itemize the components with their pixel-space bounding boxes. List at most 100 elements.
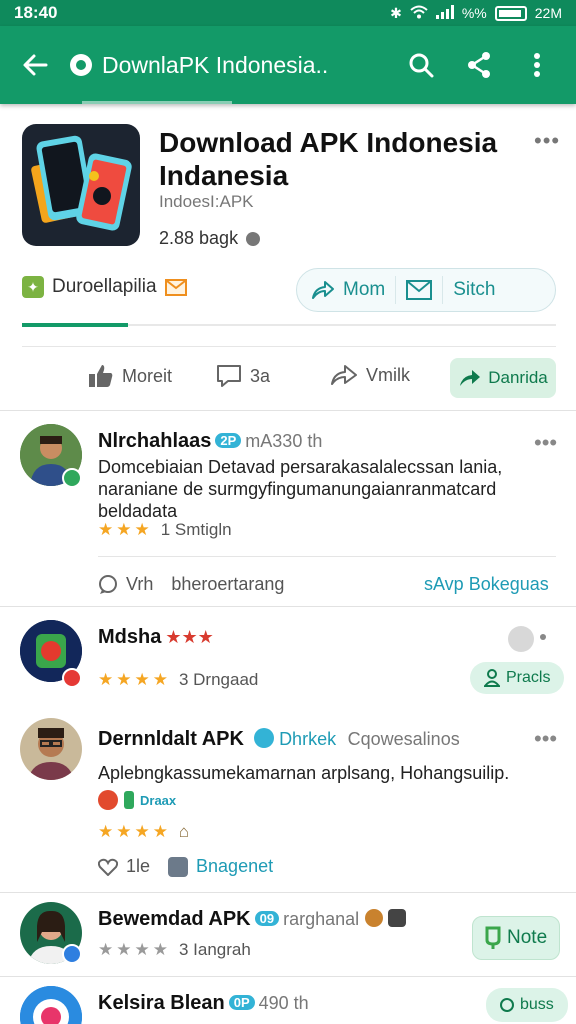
review-more-button[interactable]: ••• bbox=[534, 726, 557, 752]
review-link[interactable]: sAvp Bokeguas bbox=[424, 574, 549, 595]
reviewer-name-text: Kelsira Blean bbox=[98, 992, 225, 1014]
note-button[interactable]: Note bbox=[472, 916, 561, 960]
app-icon[interactable] bbox=[22, 124, 140, 246]
share-action-button[interactable]: Vmilk bbox=[330, 364, 410, 386]
verified-icon bbox=[253, 728, 274, 748]
rating-count: 1 Smtigln bbox=[160, 520, 232, 539]
sub-tag-row: Draax bbox=[98, 790, 176, 810]
star-rating: ★★★ 1 Smtigln bbox=[98, 520, 232, 540]
reviewer-name-text: Dernnldalt APK bbox=[98, 728, 244, 750]
pin-icon bbox=[485, 926, 501, 949]
battery-icon bbox=[494, 5, 527, 21]
mail-segment[interactable] bbox=[406, 280, 433, 300]
status-icons: ✱ %% 22M bbox=[390, 4, 562, 22]
coin-icon bbox=[364, 909, 383, 927]
like-button[interactable]: Moreit bbox=[88, 364, 172, 388]
wifi-icon bbox=[410, 5, 428, 22]
reviewer-tag: 2P bbox=[215, 433, 242, 448]
house-icon: ⌂ bbox=[178, 822, 189, 841]
rating-count: 3 Iangrah bbox=[178, 940, 251, 959]
avatar[interactable] bbox=[20, 718, 82, 780]
review-link[interactable]: Bnagenet bbox=[196, 856, 273, 877]
tab-active-indicator bbox=[22, 323, 128, 327]
verified-badge-icon bbox=[62, 944, 82, 964]
search-button[interactable] bbox=[404, 48, 438, 82]
play-store-icon bbox=[70, 54, 92, 76]
header-more-button[interactable]: ••• bbox=[534, 128, 560, 154]
info-icon[interactable] bbox=[246, 231, 261, 246]
reviewer-name: Dernnldalt APK Dhrkek Cqowesalinos bbox=[98, 728, 460, 751]
share-button[interactable] bbox=[462, 48, 496, 82]
game-icon bbox=[98, 790, 118, 810]
app-bar-actions bbox=[404, 48, 576, 82]
app-bar: DownlaPK Indonesia.. bbox=[0, 26, 576, 104]
download-button[interactable]: Danrida bbox=[450, 358, 556, 398]
dot-icon bbox=[540, 634, 546, 640]
chip-label: Note bbox=[507, 927, 548, 948]
more-vert-icon bbox=[534, 53, 540, 77]
avatar[interactable] bbox=[20, 986, 82, 1024]
reviewer-name: Kelsira Blean 0P 490 th bbox=[98, 992, 309, 1015]
comment-icon bbox=[217, 365, 241, 387]
app-size-text: 2.88 bagk bbox=[159, 228, 239, 248]
app-bar-title: DownlaPK Indonesia.. bbox=[102, 51, 329, 78]
back-button[interactable] bbox=[0, 26, 70, 104]
thumbs-up-icon bbox=[89, 365, 113, 387]
review-meta: rarghanal bbox=[283, 909, 360, 929]
view-segment[interactable]: Mom bbox=[311, 279, 385, 301]
app-header: Download APK Indonesia Indanesia IndoesI… bbox=[22, 124, 559, 250]
practice-chip[interactable]: Pracls bbox=[470, 662, 565, 694]
app-bar-title-group: DownlaPK Indonesia.. bbox=[70, 52, 404, 79]
shield-icon bbox=[168, 856, 189, 877]
chip-label: Pracls bbox=[506, 669, 551, 686]
tag-icon bbox=[124, 791, 134, 809]
status-time: 18:40 bbox=[14, 3, 58, 22]
bus-chip[interactable]: buss bbox=[486, 988, 568, 1022]
reviewer-name-text: Mdsha bbox=[98, 626, 162, 648]
review-meta: 490 th bbox=[258, 993, 309, 1013]
sub-tag: Draax bbox=[140, 792, 177, 808]
plus-box-icon bbox=[388, 909, 407, 927]
divider bbox=[0, 410, 576, 411]
reply-label: 1le bbox=[126, 856, 151, 876]
reviewer-name: Bewemdad APK 09 rarghanal bbox=[98, 908, 407, 931]
review-text: Aplebngkassumekamarnan arplsang, Hohangs… bbox=[98, 763, 510, 783]
stars: ★★★★ bbox=[98, 940, 171, 959]
review-more-button[interactable]: ••• bbox=[534, 430, 557, 456]
review-meta: Cqowesalinos bbox=[347, 729, 460, 749]
pill-separator bbox=[395, 276, 397, 304]
reviewer-name-text: Nlrchahlaas bbox=[98, 430, 212, 452]
review-text: Domcebiaian Detavad persarakasalalecssan… bbox=[98, 457, 503, 521]
reviewer-tag: 09 bbox=[254, 911, 280, 926]
app-title-line1: Download APK Indonesia bbox=[159, 127, 498, 158]
developer-badge-icon: ✦ bbox=[22, 276, 44, 298]
search-icon bbox=[409, 53, 434, 78]
divider bbox=[0, 606, 576, 607]
arrow-share-icon bbox=[312, 281, 334, 299]
star-rating: ★★★★ 3 Iangrah bbox=[98, 940, 251, 960]
switch-label: Sitch bbox=[453, 279, 496, 300]
mail-icon[interactable] bbox=[164, 278, 187, 296]
app-subtitle: IndoesI:APK bbox=[159, 192, 254, 211]
stars: ★★★ bbox=[98, 520, 153, 539]
reply-row[interactable]: 1le Bnagenet bbox=[98, 856, 273, 877]
review-meta: mA330 th bbox=[245, 431, 323, 451]
overflow-menu-button[interactable] bbox=[520, 48, 554, 82]
reviewer-name: Mdsha ★★★ bbox=[98, 626, 214, 649]
action-pill: Mom Sitch bbox=[296, 268, 556, 312]
reply-row[interactable]: Vrh bheroertarang bbox=[98, 574, 284, 595]
reviewer-tag-text: Dhrkek bbox=[279, 729, 337, 749]
envelope-icon bbox=[406, 280, 433, 300]
developer-row[interactable]: ✦ Duroellapilia bbox=[22, 276, 187, 298]
forward-icon bbox=[331, 365, 357, 385]
divider bbox=[0, 892, 576, 893]
user-icon bbox=[484, 669, 500, 687]
switch-segment[interactable]: Sitch bbox=[453, 279, 495, 301]
arrow-left-icon bbox=[23, 54, 48, 76]
star-rating: ★★★★ 3 Drngaad bbox=[98, 670, 258, 690]
stars: ★★★★ bbox=[98, 670, 171, 689]
app-title: Download APK Indonesia Indanesia bbox=[159, 126, 519, 192]
comment-button[interactable]: 3a bbox=[216, 364, 270, 388]
signal-icon bbox=[435, 4, 454, 22]
like-label: Moreit bbox=[122, 365, 173, 386]
